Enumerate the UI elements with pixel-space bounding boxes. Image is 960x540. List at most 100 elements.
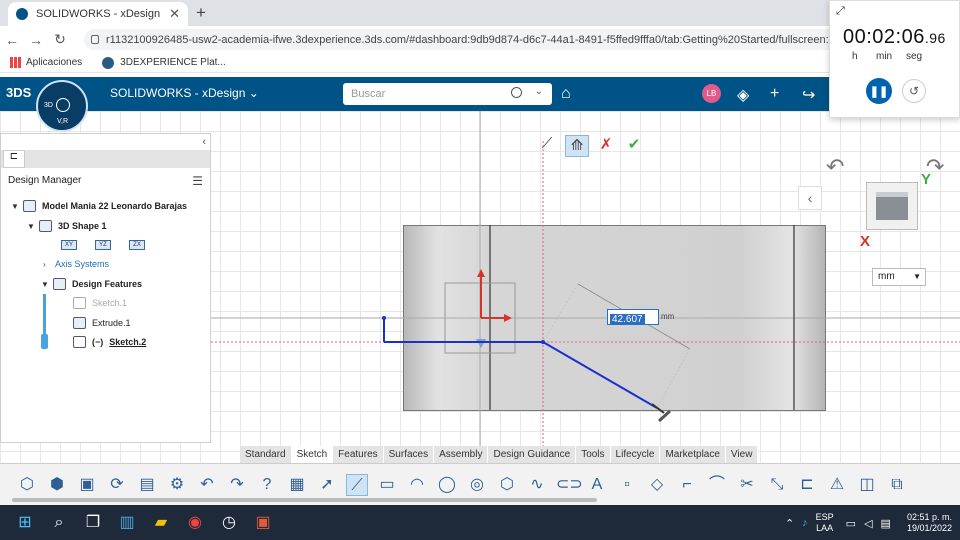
sketch-overlay <box>211 111 960 446</box>
cursor-line-tool <box>651 403 665 414</box>
mirror-icon[interactable]: ⧉ <box>886 474 908 496</box>
dimension-extension <box>542 283 579 343</box>
redo-icon[interactable]: ↷ <box>226 474 248 496</box>
taskbar-clock[interactable]: 02:51 p. m. 19/01/2022 <box>907 512 952 534</box>
3ds-logo-icon: 3DS <box>6 85 32 100</box>
offset-icon[interactable]: ⊏ <box>796 474 818 496</box>
tag-icon[interactable]: ⌂ <box>561 85 571 103</box>
clock-time: 02:51 p. m. <box>906 512 952 522</box>
chamfer-icon[interactable]: ⌒ <box>706 474 728 496</box>
circle-icon[interactable]: ◯ <box>436 474 458 496</box>
close-tab-icon[interactable]: ✕ <box>169 6 180 22</box>
select-icon[interactable]: ➚ <box>316 474 338 496</box>
stopwatch-time: 00:02:06.96 <box>843 26 946 49</box>
browser-tab[interactable]: SOLIDWORKS - xDesign ✕ <box>8 2 188 26</box>
reset-button[interactable]: ↺ <box>902 79 926 103</box>
triad-x-head <box>504 314 512 322</box>
arc-icon[interactable]: ◠ <box>406 474 428 496</box>
notification-icon[interactable]: ◈ <box>737 85 749 105</box>
shape-icon[interactable]: ⬢ <box>46 474 68 496</box>
help-icon[interactable]: ? <box>256 474 278 496</box>
box-icon[interactable]: ◫ <box>856 474 878 496</box>
expand-icon[interactable]: ⤢ <box>836 5 845 18</box>
taskbar-search-icon[interactable]: ⌕ <box>42 506 76 540</box>
add-icon[interactable]: + <box>770 85 779 103</box>
stopwatch-time-main: 00:02:06 <box>843 26 925 48</box>
sketch-line-angled <box>542 341 658 409</box>
gear-icon[interactable]: ⚙ <box>166 474 188 496</box>
chrome-icon[interactable]: ◉ <box>178 506 212 540</box>
recorder-icon[interactable]: ▣ <box>246 506 280 540</box>
fillet-icon[interactable]: ⌐ <box>676 474 698 496</box>
forward-arrow-icon[interactable]: → <box>24 32 48 48</box>
reload-icon[interactable]: ↻ <box>48 31 72 48</box>
label-h: h <box>852 51 858 62</box>
stopwatch-time-cs: .96 <box>924 30 946 46</box>
task-view-icon[interactable]: ❐ <box>76 506 110 540</box>
file-explorer-icon[interactable]: ▰ <box>144 506 178 540</box>
windows-start-icon[interactable]: ⊞ <box>8 506 42 540</box>
lang-bottom: LAA <box>816 523 834 533</box>
centerline-icon[interactable]: ◇ <box>646 474 668 496</box>
new-tab-button[interactable]: + <box>196 3 206 23</box>
app-title[interactable]: SOLIDWORKS - xDesign ⌄ <box>110 86 259 100</box>
triad-z-head <box>476 339 486 348</box>
url-field[interactable]: r1132100926485-usw2-academia-ifwe.3dexpe… <box>84 29 844 50</box>
spline-icon[interactable]: ∿ <box>526 474 548 496</box>
avatar[interactable]: LB <box>702 84 721 103</box>
extend-icon[interactable]: ⤡ <box>766 474 788 496</box>
compass-play-icon <box>56 98 70 112</box>
solidworks-favicon-icon <box>16 8 28 20</box>
slot-icon[interactable]: ⊂⊃ <box>556 474 583 496</box>
network-icon[interactable]: ▤ <box>881 517 891 530</box>
pause-button[interactable]: ❚❚ <box>866 78 892 104</box>
speaker-icon[interactable]: ◁ <box>864 517 872 530</box>
warning-icon[interactable]: ⚠ <box>826 474 848 496</box>
sync-icon[interactable]: ⟳ <box>106 474 128 496</box>
action-bar-scrollbar[interactable] <box>12 498 597 502</box>
search-input[interactable]: Buscar ⌄ <box>343 83 552 105</box>
line-icon[interactable]: ⟋ <box>346 473 368 496</box>
apps-grid-icon <box>10 57 21 68</box>
display-icon[interactable]: ▭ <box>846 517 856 530</box>
polygon-icon[interactable]: ⬡ <box>496 474 518 496</box>
bookmark-apps[interactable]: Aplicaciones <box>10 57 82 68</box>
browser-tab-title: SOLIDWORKS - xDesign <box>36 8 161 20</box>
url-text: r1132100926485-usw2-academia-ifwe.3dexpe… <box>106 33 844 46</box>
model-icon[interactable]: ⬡ <box>16 474 38 496</box>
search-icon[interactable] <box>511 87 522 98</box>
chevron-up-icon[interactable]: ⌃ <box>785 517 794 530</box>
language-indicator[interactable]: ESP LAA <box>816 512 834 534</box>
triad-y-head <box>477 269 485 277</box>
ellipse-icon[interactable]: ◎ <box>466 474 488 496</box>
browser-tab-strip: SOLIDWORKS - xDesign ✕ + <box>0 0 960 26</box>
bookmark-apps-label: Aplicaciones <box>26 57 83 68</box>
microphone-icon[interactable]: ♪ <box>802 517 808 529</box>
search-dropdown-icon[interactable]: ⌄ <box>535 86 543 97</box>
point-icon[interactable]: ▫ <box>616 474 638 496</box>
text-icon[interactable]: A <box>586 474 608 496</box>
dimension-input[interactable]: 42.607 <box>607 309 659 325</box>
back-arrow-icon[interactable]: ← <box>0 32 24 48</box>
clock-date: 19/01/2022 <box>906 523 952 533</box>
pencil-cursor <box>657 409 672 423</box>
trim-icon[interactable]: ✂ <box>736 474 758 496</box>
3dexperience-icon <box>102 56 115 69</box>
lang-top: ESP <box>815 512 834 522</box>
undo-icon[interactable]: ↶ <box>196 474 218 496</box>
store-icon[interactable]: ▥ <box>110 506 144 540</box>
share-icon[interactable]: ↪ <box>802 85 815 105</box>
bookmark-3dexperience[interactable]: 3DEXPERIENCE Plat... <box>102 56 226 69</box>
properties-icon[interactable]: ▤ <box>136 474 158 496</box>
bookmarks-bar: Aplicaciones 3DEXPERIENCE Plat... <box>0 53 960 73</box>
dimension-value: 42.607 <box>610 314 645 325</box>
clock-app-icon[interactable]: ◷ <box>212 506 246 540</box>
bookmark-3dexperience-label: 3DEXPERIENCE Plat... <box>120 57 226 68</box>
grid-icon[interactable]: ▦ <box>286 474 308 496</box>
lock-icon <box>91 35 99 44</box>
address-bar-row: ← → ↻ r1132100926485-usw2-academia-ifwe.… <box>0 26 960 53</box>
save-icon[interactable]: ▣ <box>76 474 98 496</box>
dimension-extension <box>656 348 691 409</box>
rectangle-icon[interactable]: ▭ <box>376 474 398 496</box>
dimension-unit: mm <box>661 312 675 321</box>
